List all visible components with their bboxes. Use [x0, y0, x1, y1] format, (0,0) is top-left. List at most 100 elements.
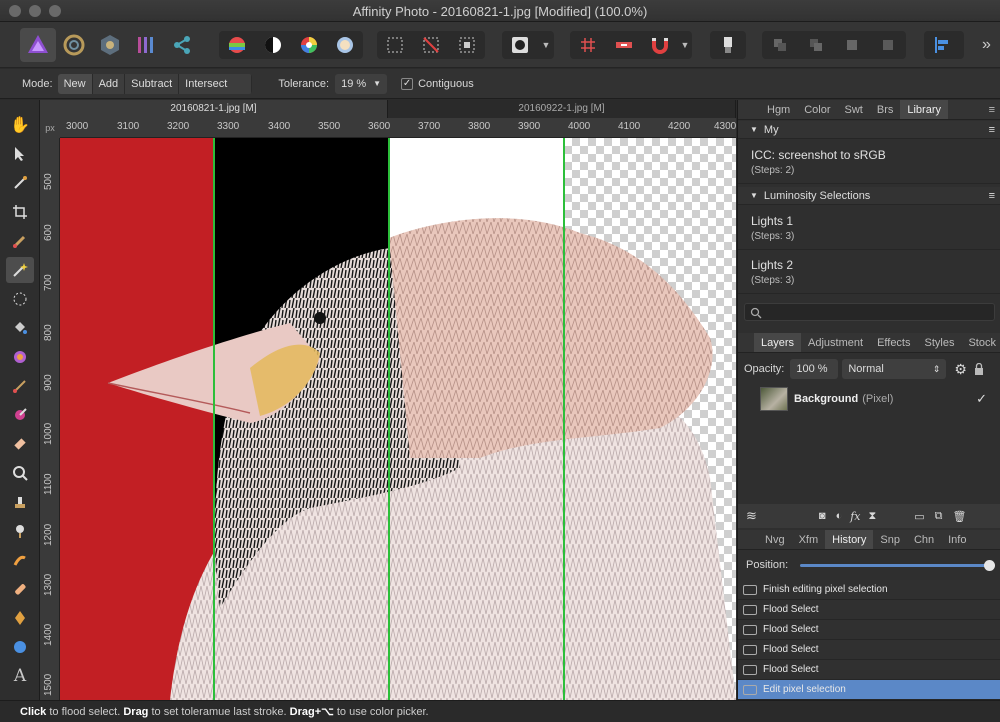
toolbar-overflow-button[interactable]: »	[982, 36, 991, 54]
group-menu-icon[interactable]: ≡	[989, 124, 995, 136]
selection-brush-tool[interactable]	[6, 228, 34, 254]
tab-channels[interactable]: Chn	[907, 530, 941, 549]
move-front-button[interactable]	[870, 31, 906, 59]
tab-styles[interactable]: Styles	[918, 333, 962, 352]
tab-snapshots[interactable]: Snp	[873, 530, 907, 549]
levels-button[interactable]	[219, 31, 255, 59]
library-group-luminosity[interactable]: ▼ Luminosity Selections ≡	[738, 187, 1000, 205]
paint-brush-tool[interactable]	[6, 373, 34, 399]
color-replacement-tool[interactable]	[6, 402, 34, 428]
history-entry[interactable]: Flood Select	[738, 620, 1000, 640]
brush-button[interactable]	[710, 31, 746, 59]
gear-icon[interactable]: ⚙	[954, 361, 967, 378]
tab-document-1[interactable]: 20160821-1.jpg [M]	[40, 100, 388, 118]
layer-row-background[interactable]: Background (Pixel) ✓	[738, 384, 1000, 414]
tab-navigator[interactable]: Nvg	[758, 530, 792, 549]
healing-tool[interactable]	[6, 576, 34, 602]
move-tool[interactable]	[6, 141, 34, 167]
tab-histogram[interactable]: Hgm	[760, 100, 797, 119]
tone-mapping-persona-button[interactable]	[128, 28, 164, 62]
lock-icon[interactable]	[974, 363, 984, 375]
move-backward-button[interactable]	[798, 31, 834, 59]
tab-library[interactable]: Library	[900, 100, 948, 119]
clone-tool[interactable]	[6, 489, 34, 515]
tab-adjustment[interactable]: Adjustment	[801, 333, 870, 352]
flood-select-tool[interactable]	[6, 257, 34, 283]
hourglass-icon[interactable]: ⧗	[869, 510, 877, 523]
add-layer-icon[interactable]: ⧉	[935, 510, 943, 523]
mode-intersect-button[interactable]: Intersect	[179, 73, 253, 94]
history-entry[interactable]: Flood Select	[738, 640, 1000, 660]
opacity-field[interactable]: 100 %	[790, 359, 839, 379]
snapping-button[interactable]	[642, 31, 678, 59]
history-entry[interactable]: Flood Select	[738, 600, 1000, 620]
shape-tool[interactable]	[6, 634, 34, 660]
move-forward-button[interactable]	[834, 31, 870, 59]
white-balance-button[interactable]	[327, 31, 363, 59]
liquify-persona-button[interactable]	[56, 28, 92, 62]
tab-info[interactable]: Info	[941, 530, 973, 549]
panel-menu-icon[interactable]: ≡	[983, 100, 1000, 119]
position-slider[interactable]	[800, 559, 996, 571]
quick-mask-button[interactable]	[502, 31, 538, 59]
mask-icon[interactable]: ◙	[819, 510, 826, 522]
gradient-tool[interactable]	[6, 344, 34, 370]
tab-effects[interactable]: Effects	[870, 333, 917, 352]
color-picker-tool[interactable]	[6, 170, 34, 196]
pen-tool[interactable]	[6, 605, 34, 631]
tab-transform[interactable]: Xfm	[792, 530, 826, 549]
dodge-tool[interactable]	[6, 518, 34, 544]
tab-swatches[interactable]: Swt	[838, 100, 870, 119]
document-canvas[interactable]	[60, 138, 736, 700]
align-button[interactable]	[924, 31, 960, 59]
blend-mode-select[interactable]: Normal ⇕	[842, 359, 947, 379]
text-tool[interactable]: A	[6, 663, 34, 689]
library-search-input[interactable]	[744, 303, 995, 321]
history-entry[interactable]: Flood Select	[738, 660, 1000, 680]
tab-layers[interactable]: Layers	[754, 333, 802, 352]
deselect-button[interactable]	[413, 31, 449, 59]
contiguous-checkbox[interactable]: ✓ Contiguous	[401, 77, 474, 90]
history-entry[interactable]: Finish editing pixel selection	[738, 580, 1000, 600]
invert-selection-button[interactable]	[449, 31, 485, 59]
mode-add-button[interactable]: Add	[92, 73, 126, 94]
zoom-tool[interactable]	[6, 460, 34, 486]
group-menu-icon[interactable]: ≡	[989, 190, 995, 202]
export-persona-button[interactable]	[164, 28, 200, 62]
black-white-button[interactable]	[255, 31, 291, 59]
hsl-button[interactable]	[291, 31, 327, 59]
grid-button[interactable]	[570, 31, 606, 59]
tab-brushes[interactable]: Brs	[870, 100, 901, 119]
library-item-icc[interactable]: ICC: screenshot to sRGB (Steps: 2)	[738, 140, 1000, 184]
view-tool[interactable]: ✋	[6, 112, 34, 138]
photo-persona-button[interactable]	[20, 28, 56, 62]
erase-tool[interactable]	[6, 431, 34, 457]
chevron-down-icon[interactable]: ▼	[678, 40, 692, 50]
folder-icon[interactable]: ▭	[914, 510, 924, 523]
layers-stack-icon[interactable]: ≋	[746, 508, 757, 524]
library-item-lights-1[interactable]: Lights 1 (Steps: 3)	[738, 206, 1000, 250]
adjustment-icon[interactable]: ◐	[836, 510, 843, 522]
library-group-my[interactable]: ▼ My ≡	[738, 121, 1000, 139]
trash-icon[interactable]: 🗑	[953, 510, 967, 523]
flood-fill-tool[interactable]	[6, 315, 34, 341]
select-all-button[interactable]	[377, 31, 413, 59]
tab-history[interactable]: History	[825, 530, 874, 549]
chevron-down-icon[interactable]: ▼	[538, 40, 554, 50]
history-entry-selected[interactable]: Edit pixel selection	[738, 680, 1000, 700]
mode-new-button[interactable]: New	[57, 73, 93, 94]
mode-subtract-button[interactable]: Subtract	[125, 73, 180, 94]
tab-stock[interactable]: Stock	[961, 333, 1000, 352]
guides-button[interactable]	[606, 31, 642, 59]
move-back-button[interactable]	[762, 31, 798, 59]
tolerance-field[interactable]: 19 % ▼	[335, 73, 388, 94]
position-slider-thumb[interactable]	[984, 559, 996, 571]
crop-tool[interactable]	[6, 199, 34, 225]
library-item-lights-2[interactable]: Lights 2 (Steps: 3)	[738, 250, 1000, 294]
tab-color[interactable]: Color	[797, 100, 837, 119]
visibility-checkmark-icon[interactable]: ✓	[976, 391, 987, 407]
develop-persona-button[interactable]	[92, 28, 128, 62]
marquee-tool[interactable]	[6, 286, 34, 312]
smudge-tool[interactable]	[6, 547, 34, 573]
fx-icon[interactable]: fx	[850, 510, 860, 523]
